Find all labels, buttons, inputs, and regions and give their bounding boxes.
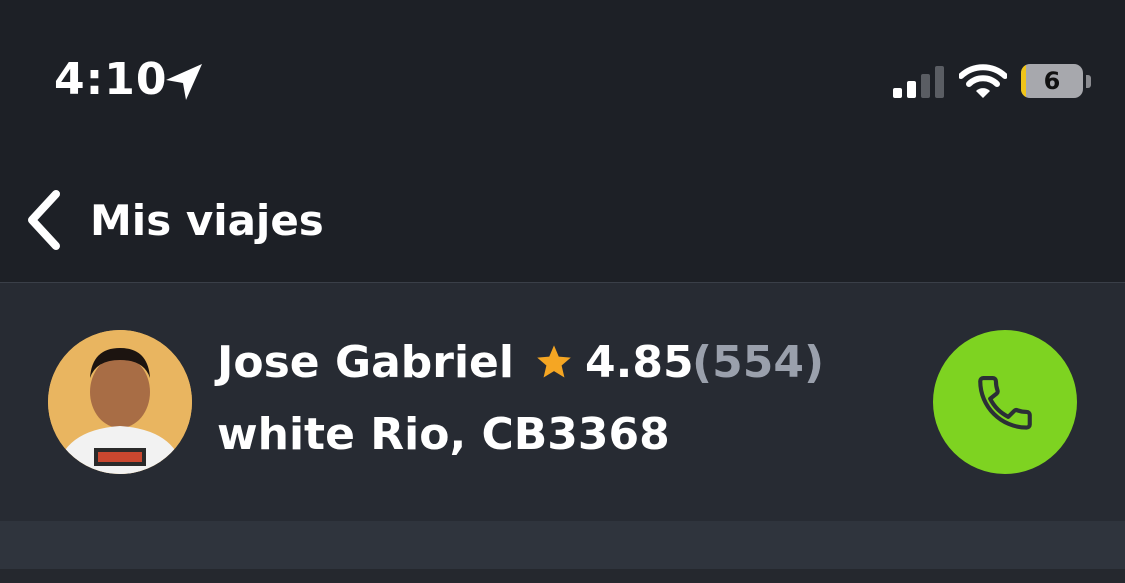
battery-icon: 6 [1021,64,1083,98]
chevron-left-icon [28,190,60,250]
vehicle-info: white Rio, CB3368 [217,409,670,460]
status-time: 4:10 [54,54,168,105]
driver-photo [48,330,192,474]
section-divider [0,521,1125,569]
star-icon [537,345,571,378]
back-label: Mis viajes [90,195,324,245]
back-button[interactable]: Mis viajes [24,185,324,255]
battery-tip [1086,75,1091,88]
navigation-bar: Mis viajes [0,165,1125,283]
driver-card: Jose Gabriel 4.85 (554) white Rio, CB336… [0,283,1125,521]
call-button[interactable] [933,330,1077,474]
location-arrow-icon [166,64,202,100]
status-bar: 4:10 6 [0,0,1125,165]
driver-avatar [48,330,192,474]
driver-rating: 4.85 [585,337,694,388]
battery-percentage: 6 [1043,67,1061,95]
map-preview[interactable] [0,569,1125,583]
driver-name: Jose Gabriel [217,337,514,388]
cellular-signal-icon [893,66,944,98]
wifi-icon [959,64,1007,98]
phone-icon [978,376,1032,430]
rating-count: (554) [692,337,825,388]
